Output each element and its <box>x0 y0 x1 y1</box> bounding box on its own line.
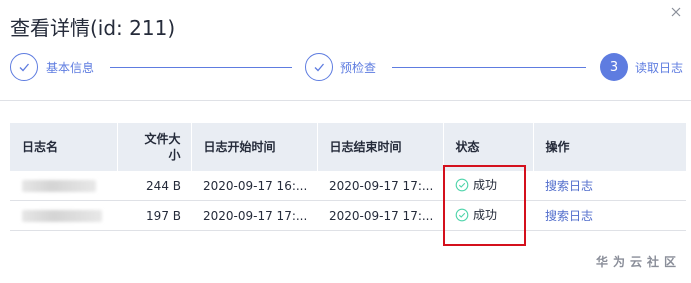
step-1-label: 基本信息 <box>46 61 95 75</box>
step-progress: 基本信息 预检查 3 读取日志 <box>10 53 686 85</box>
log-end-cell: 2020-09-17 17:... <box>317 171 443 201</box>
log-size-cell: 197 B <box>117 200 191 231</box>
column-header-name: 日志名 <box>10 123 118 171</box>
redacted-log-name <box>22 210 102 222</box>
column-header-status: 状态 <box>443 123 534 171</box>
status-text: 成功 <box>473 178 498 193</box>
table-header-row: 日志名 文件大 小 日志开始时间 日志结束时间 状态 操作 <box>10 123 687 171</box>
search-log-link[interactable]: 搜索日志 <box>545 179 593 193</box>
status-text: 成功 <box>473 208 498 223</box>
log-status-cell: 成功 <box>443 200 533 231</box>
column-header-start: 日志开始时间 <box>191 123 318 171</box>
step-3-label: 读取日志 <box>635 61 684 75</box>
step-connector <box>110 67 292 68</box>
table-row: 244 B 2020-09-17 16:... 2020-09-17 17:..… <box>10 171 686 201</box>
check-icon <box>314 63 324 72</box>
log-action-cell: 搜索日志 <box>533 171 686 201</box>
column-header-end: 日志结束时间 <box>317 123 444 171</box>
log-table: 日志名 文件大 小 日志开始时间 日志结束时间 状态 操作 244 B 2020… <box>10 123 687 231</box>
step-3-node: 3 <box>600 53 628 81</box>
step-connector <box>392 67 586 68</box>
success-circle-icon <box>455 178 469 192</box>
search-log-link[interactable]: 搜索日志 <box>545 209 593 223</box>
success-circle-icon <box>455 208 469 222</box>
step-2-node <box>305 53 333 81</box>
column-header-action: 操作 <box>533 123 687 171</box>
step-1-node <box>10 53 38 81</box>
log-start-cell: 2020-09-17 16:... <box>191 171 317 201</box>
close-icon[interactable] <box>669 5 683 19</box>
log-name-cell <box>10 171 117 201</box>
column-header-size: 文件大 小 <box>117 123 192 171</box>
dialog-title: 查看详情(id: 211) <box>10 16 176 40</box>
step-2-label: 预检查 <box>340 61 377 75</box>
redacted-log-name <box>22 180 96 192</box>
log-status-cell: 成功 <box>443 171 533 201</box>
log-name-cell <box>10 200 117 231</box>
divider <box>0 100 691 101</box>
log-start-cell: 2020-09-17 17:... <box>191 200 317 231</box>
check-icon <box>19 63 29 72</box>
log-action-cell: 搜索日志 <box>533 200 686 231</box>
table-row: 197 B 2020-09-17 17:... 2020-09-17 17:..… <box>10 200 686 231</box>
log-size-cell: 244 B <box>117 171 191 201</box>
column-header-size-line1: 文件大 <box>144 132 181 146</box>
watermark: 华为云社区 <box>595 255 681 269</box>
column-header-size-line2: 小 <box>168 148 181 162</box>
log-end-cell: 2020-09-17 17:... <box>317 200 443 231</box>
